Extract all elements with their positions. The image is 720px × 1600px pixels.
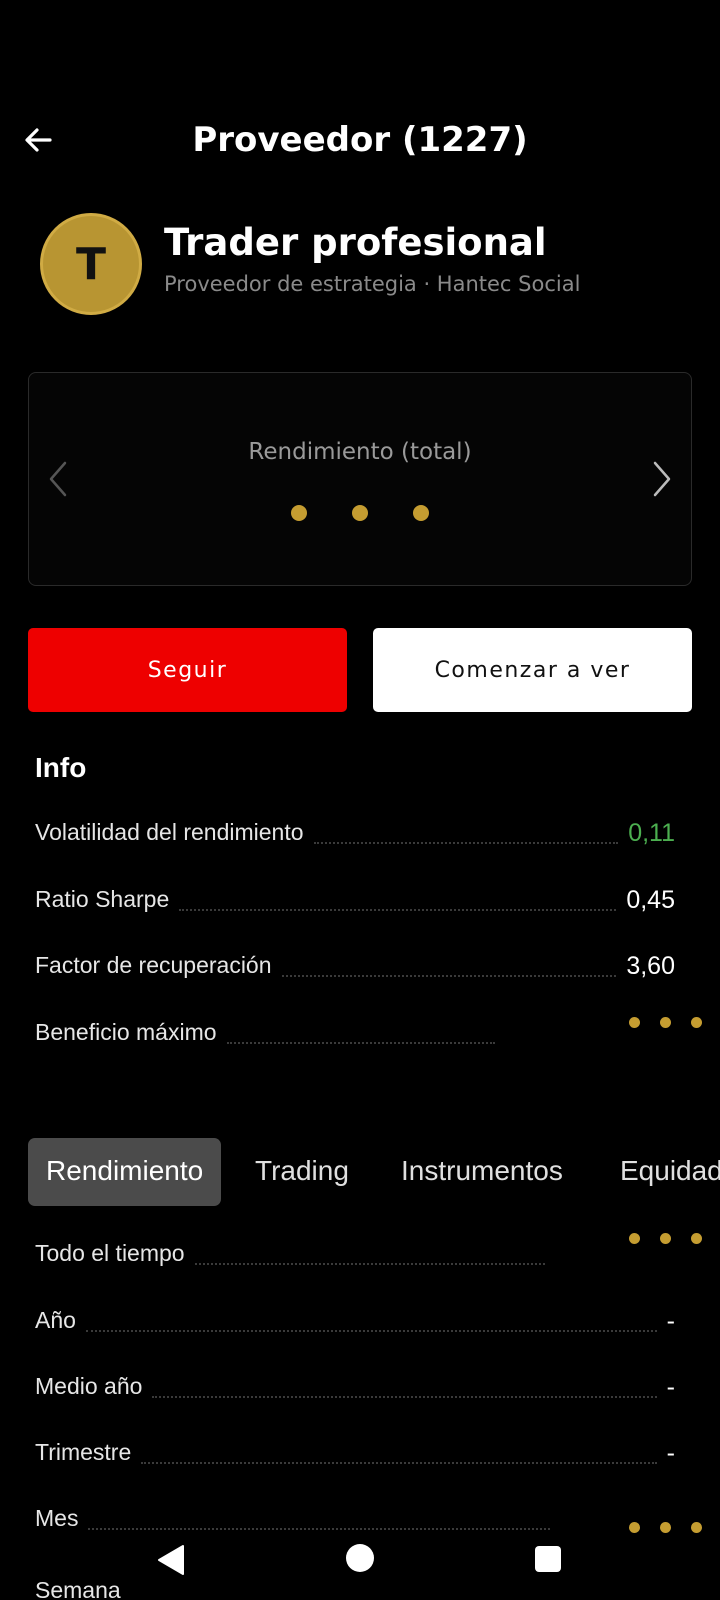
watch-button[interactable]: Comenzar a ver: [373, 628, 692, 712]
row-value: -: [666, 1373, 675, 1401]
chevron-right-icon[interactable]: [647, 459, 677, 499]
dotted-leader: [194, 1263, 545, 1265]
row-value: 3,60: [626, 952, 675, 980]
info-section-title: Info: [35, 752, 87, 783]
tab-trading[interactable]: Trading: [255, 1138, 349, 1206]
loading-dots-icon: [629, 1233, 702, 1244]
perf-row-year: Año -: [35, 1300, 675, 1340]
loading-dot: [660, 1017, 671, 1028]
row-value: -: [666, 1307, 675, 1335]
row-label: Factor de recuperación: [35, 952, 272, 978]
row-label: Beneficio máximo: [35, 1019, 217, 1045]
row-label: Ratio Sharpe: [35, 886, 170, 912]
row-value: 0,45: [626, 886, 675, 914]
chevron-left-icon[interactable]: [43, 459, 73, 499]
tab-rendimiento[interactable]: Rendimiento: [28, 1138, 222, 1206]
tab-equidad[interactable]: Equidad: [620, 1138, 720, 1206]
loading-dot: [629, 1017, 640, 1028]
loading-dot: [352, 505, 368, 521]
provider-header: T Trader profesional Proveedor de estrat…: [40, 213, 700, 315]
dotted-leader: [141, 1462, 657, 1464]
loading-dot: [629, 1233, 640, 1244]
dotted-leader: [152, 1396, 657, 1398]
system-navigation-bar: [0, 1530, 720, 1590]
dotted-leader: [179, 909, 617, 911]
follow-button[interactable]: Seguir: [28, 628, 347, 712]
loading-dot: [660, 1233, 671, 1244]
row-value: 0,11: [628, 819, 675, 847]
dotted-leader: [226, 1042, 495, 1044]
provider-name: Trader profesional: [164, 221, 547, 264]
circle-home-icon[interactable]: [344, 1542, 376, 1574]
perf-row-quarter: Trimestre -: [35, 1432, 675, 1472]
loading-dot: [291, 505, 307, 521]
page-title: Proveedor (1227): [192, 120, 528, 160]
performance-card-title: Rendimiento (total): [248, 439, 472, 465]
avatar: T: [40, 213, 142, 315]
provider-subtitle: Proveedor de estrategia · Hantec Social: [164, 272, 581, 296]
perf-row-half-year: Medio año -: [35, 1366, 675, 1406]
perf-row-all-time: Todo el tiempo: [35, 1233, 555, 1273]
info-row-recovery: Factor de recuperación 3,60: [35, 945, 675, 985]
dotted-leader: [313, 842, 619, 844]
tab-bar: Rendimiento Trading Instrumentos Equidad: [28, 1138, 720, 1206]
loading-dot: [691, 1017, 702, 1028]
info-row-max-profit: Beneficio máximo: [35, 1012, 505, 1052]
row-label: Medio año: [35, 1373, 143, 1399]
dotted-leader: [281, 975, 617, 977]
row-label: Año: [35, 1307, 76, 1333]
row-label: Volatilidad del rendimiento: [35, 819, 304, 845]
row-label: Todo el tiempo: [35, 1240, 185, 1266]
info-row-volatility: Volatilidad del rendimiento 0,11: [35, 812, 675, 852]
square-recents-icon[interactable]: [534, 1545, 562, 1573]
row-label: Trimestre: [35, 1439, 132, 1465]
performance-card: Rendimiento (total): [28, 372, 692, 586]
loading-dots-icon: [29, 505, 691, 521]
info-row-sharpe: Ratio Sharpe 0,45: [35, 879, 675, 919]
triangle-back-icon[interactable]: [156, 1544, 186, 1576]
loading-dots-icon: [629, 1017, 702, 1028]
tab-instrumentos[interactable]: Instrumentos: [401, 1138, 563, 1206]
dotted-leader: [85, 1330, 657, 1332]
loading-dot: [413, 505, 429, 521]
top-app-bar: Proveedor (1227): [0, 110, 720, 170]
loading-dot: [691, 1233, 702, 1244]
row-value: -: [666, 1439, 675, 1467]
